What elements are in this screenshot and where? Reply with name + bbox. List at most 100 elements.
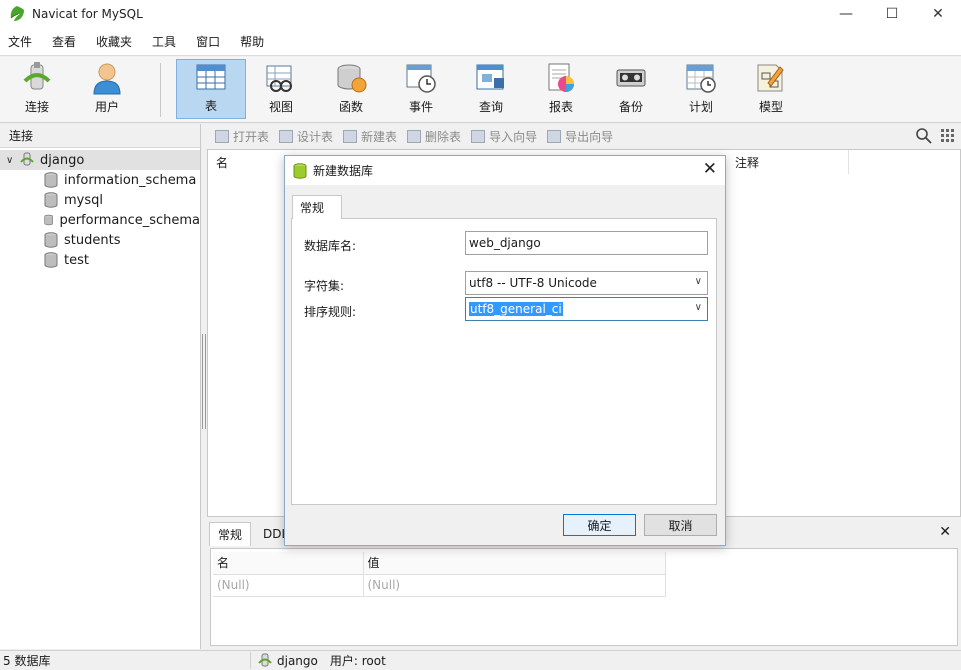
toolbar-model-button[interactable]: 模型: [736, 59, 806, 119]
chevron-down-icon: ∨: [694, 302, 702, 313]
tree-database-item[interactable]: mysql: [0, 190, 200, 210]
open-table-button[interactable]: 打开表: [213, 128, 271, 145]
user-icon: [93, 63, 121, 95]
menu-favorites[interactable]: 收藏夹: [88, 28, 144, 56]
event-icon: [406, 64, 436, 93]
toolbar-schedule-button[interactable]: 计划: [666, 59, 736, 119]
toolbar-backup-button[interactable]: 备份: [596, 59, 666, 119]
tab-general[interactable]: 常规: [209, 522, 252, 546]
menu-tools[interactable]: 工具: [144, 28, 188, 56]
menu-view[interactable]: 查看: [44, 28, 88, 56]
view-icon: [266, 65, 292, 92]
database-icon: [293, 162, 307, 179]
export-icon: [547, 129, 562, 143]
toolbar-query-button[interactable]: 查询: [456, 59, 526, 119]
export-wizard-button[interactable]: 导出向导: [545, 128, 615, 145]
connection-icon: [258, 653, 272, 666]
tree-database-item[interactable]: students: [0, 230, 200, 250]
navicat-logo-icon: [10, 6, 24, 21]
menu-window[interactable]: 窗口: [188, 28, 232, 56]
null-name-cell: (Null): [213, 574, 364, 597]
new-database-dialog: 新建数据库 ✕ 常规 数据库名: web_django 字符集: utf8 --…: [284, 155, 726, 546]
tree-connection-django[interactable]: ∨ django: [0, 150, 200, 170]
tree-label: students: [64, 232, 121, 248]
tree-label: performance_schema: [59, 212, 200, 228]
database-icon: [44, 172, 58, 188]
toolbar-label: 计划: [688, 100, 713, 114]
column-divider: [848, 150, 849, 174]
connection-icon: [20, 152, 34, 166]
collation-select[interactable]: utf8_general_ci ∨: [465, 297, 708, 321]
column-header-name: 名: [213, 552, 364, 575]
design-table-button[interactable]: 设计表: [277, 128, 335, 145]
connection-pane-header: 连接: [0, 124, 200, 148]
connection-pane: 连接 ∨ django information_schema mysql per…: [0, 124, 201, 649]
connection-icon: [23, 62, 51, 90]
table-row: (Null) (Null): [213, 574, 666, 597]
database-icon: [44, 214, 54, 226]
maximize-button[interactable]: ☐: [869, 0, 915, 28]
title-bar: Navicat for MySQL — ☐ ✕: [0, 0, 961, 28]
grid-view-icon[interactable]: [939, 127, 957, 145]
database-icon: [44, 232, 58, 248]
ok-button[interactable]: 确定: [563, 514, 636, 536]
menu-help[interactable]: 帮助: [232, 28, 276, 56]
report-icon: [548, 63, 574, 92]
properties-table: 名 值 (Null) (Null): [213, 552, 666, 597]
backup-icon: [616, 69, 646, 87]
dialog-panel: 数据库名: web_django 字符集: utf8 -- UTF-8 Unic…: [291, 218, 717, 505]
toolbar-report-button[interactable]: 报表: [526, 59, 596, 119]
toolbar-label: 查询: [478, 100, 503, 114]
toolbar-event-button[interactable]: 事件: [386, 59, 456, 119]
database-icon: [44, 252, 58, 268]
table-icon: [196, 64, 226, 90]
design-table-icon: [279, 129, 294, 143]
tree-database-item[interactable]: test: [0, 250, 200, 270]
db-name-label: 数据库名:: [304, 239, 357, 253]
menu-file[interactable]: 文件: [0, 28, 44, 56]
splitter-grip[interactable]: [202, 334, 206, 429]
search-icon[interactable]: [915, 127, 933, 145]
column-header-comment[interactable]: 注释: [735, 150, 759, 174]
function-icon: [337, 64, 367, 93]
toolbar-table-button[interactable]: 表: [176, 59, 246, 119]
toolbar-user-button[interactable]: 用户: [72, 59, 142, 119]
toolbar-separator: [160, 63, 161, 117]
db-name-field[interactable]: web_django: [465, 231, 708, 255]
new-table-button[interactable]: 新建表: [341, 128, 399, 145]
delete-table-button[interactable]: 删除表: [405, 128, 463, 145]
toolbar-view-button[interactable]: 视图: [246, 59, 316, 119]
status-bar: 5 数据库 django 用户: root: [0, 650, 961, 670]
column-header-name[interactable]: 名: [216, 150, 228, 174]
delete-table-icon: [407, 129, 422, 143]
tree-label: information_schema: [64, 172, 197, 188]
toolbar-connection-button[interactable]: 连接: [2, 59, 72, 119]
toolbar-label: 视图: [268, 100, 293, 114]
cancel-button[interactable]: 取消: [644, 514, 717, 536]
close-icon[interactable]: ✕: [939, 524, 951, 540]
object-toolbar: 打开表 设计表 新建表 删除表 导入向导 导出向导: [207, 124, 961, 148]
import-wizard-button[interactable]: 导入向导: [469, 128, 539, 145]
connection-tree: ∨ django information_schema mysql perfor…: [0, 148, 200, 270]
tree-database-item[interactable]: information_schema: [0, 170, 200, 190]
query-icon: [476, 64, 504, 90]
toolbar-function-button[interactable]: 函数: [316, 59, 386, 119]
dialog-tab-general[interactable]: 常规: [292, 195, 342, 219]
tree-label: mysql: [64, 192, 103, 208]
close-window-button[interactable]: ✕: [915, 0, 961, 28]
chevron-down-icon[interactable]: ∨: [6, 155, 20, 166]
tree-database-item[interactable]: performance_schema: [0, 210, 200, 230]
status-db-count: 5 数据库: [0, 652, 251, 669]
toolbar-label: 模型: [758, 100, 783, 114]
tree-label: django: [40, 152, 85, 168]
properties-panel: 名 值 (Null) (Null): [210, 548, 958, 646]
window-title: Navicat for MySQL: [32, 7, 143, 21]
toolbar-label: 备份: [618, 100, 643, 114]
toolbar-label: 用户: [94, 100, 119, 114]
charset-label: 字符集:: [304, 279, 345, 293]
toolbar-label: 事件: [408, 100, 433, 114]
status-connection: django: [277, 653, 318, 668]
close-icon[interactable]: ✕: [703, 159, 717, 179]
minimize-button[interactable]: —: [823, 0, 869, 28]
charset-select[interactable]: utf8 -- UTF-8 Unicode ∨: [465, 271, 708, 295]
